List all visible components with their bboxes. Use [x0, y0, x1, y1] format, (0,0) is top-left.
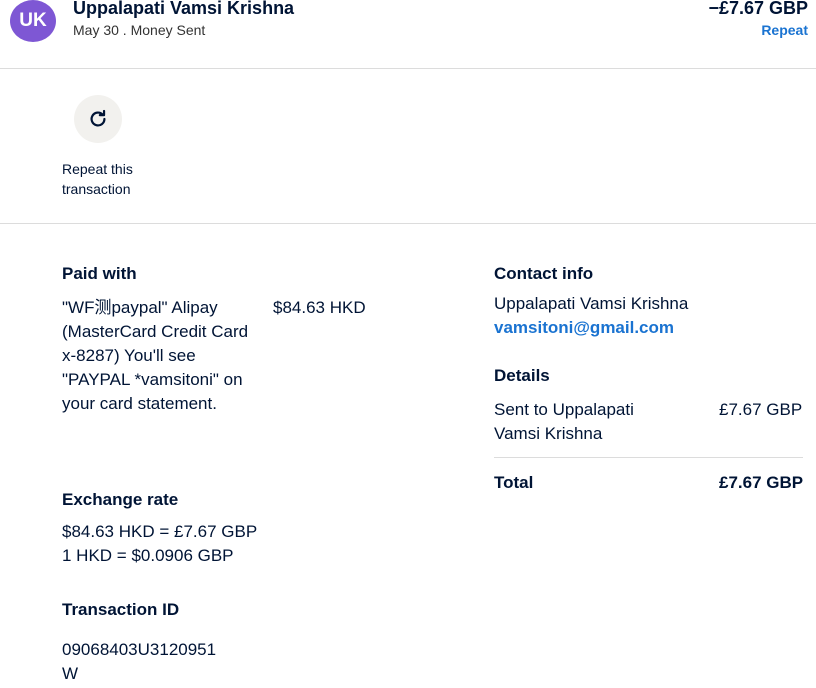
- transaction-amount: −£7.67 GBP: [708, 0, 808, 18]
- repeat-transaction-button[interactable]: [74, 95, 122, 143]
- sent-to-amount: £7.67 GBP: [719, 400, 803, 419]
- recipient-name: Uppalapati Vamsi Krishna: [73, 0, 295, 18]
- contact-name: Uppalapati Vamsi Krishna: [494, 294, 689, 313]
- payment-source: "WF测paypal" Alipay (MasterCard Credit Ca…: [62, 298, 249, 413]
- contact-info-title: Contact info: [494, 264, 594, 283]
- exchange-rate-line1: $84.63 HKD = £7.67 GBP: [62, 522, 258, 541]
- actions-section: Repeat this transaction: [0, 69, 816, 224]
- sent-to-label: Sent to Uppalapati Vamsi Krishna: [494, 400, 634, 443]
- total-amount: £7.67 GBP: [719, 473, 804, 492]
- avatar: UK: [10, 0, 56, 42]
- transaction-subtitle: May 30 . Money Sent: [73, 22, 206, 38]
- total-label: Total: [494, 473, 534, 492]
- payment-amount: $84.63 HKD: [273, 298, 366, 317]
- details-title: Details: [494, 366, 550, 385]
- paid-with-title: Paid with: [62, 264, 137, 283]
- repeat-link[interactable]: Repeat: [761, 22, 808, 38]
- transaction-id-value: 09068403U3120951W: [62, 640, 217, 683]
- transaction-id-title: Transaction ID: [62, 600, 180, 619]
- repeat-transaction-label[interactable]: Repeat this transaction: [62, 159, 172, 199]
- transaction-header: UK Uppalapati Vamsi Krishna May 30 . Mon…: [0, 0, 816, 69]
- exchange-rate-title: Exchange rate: [62, 490, 179, 509]
- contact-email-link[interactable]: vamsitoni@gmail.com: [494, 318, 674, 338]
- exchange-rate-line2: 1 HKD = $0.0906 GBP: [62, 546, 234, 565]
- details-divider: [494, 457, 803, 458]
- refresh-icon: [90, 109, 106, 127]
